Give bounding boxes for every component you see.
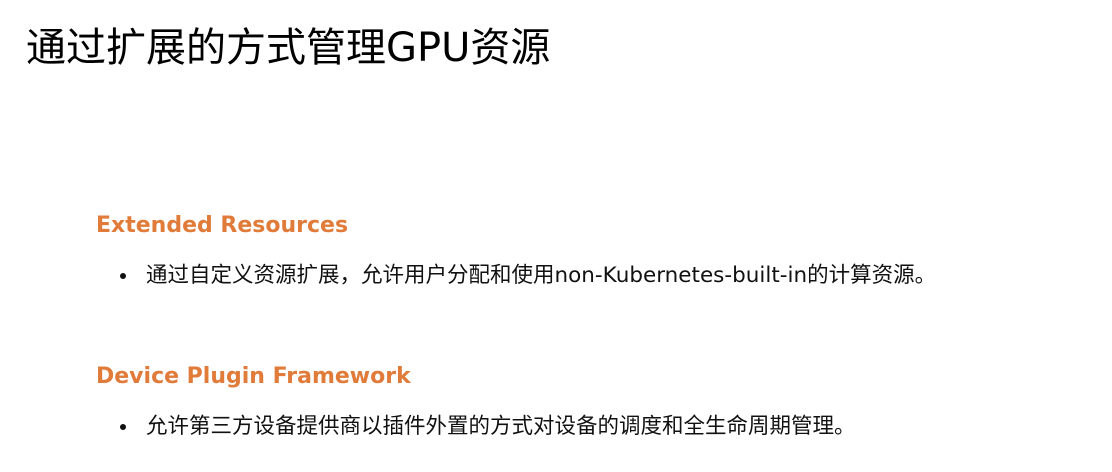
slide: 通过扩展的方式管理GPU资源 Extended Resources 通过自定义资… [0, 0, 1112, 472]
bullet-text: 通过自定义资源扩展，允许用户分配和使用non-Kubernetes-built-… [146, 263, 937, 288]
section-heading: Device Plugin Framework [96, 364, 411, 389]
bullet-dot-icon [120, 273, 126, 279]
page-title: 通过扩展的方式管理GPU资源 [26, 25, 551, 71]
bullet-item: 通过自定义资源扩展，允许用户分配和使用non-Kubernetes-built-… [96, 260, 936, 292]
bullet-dot-icon [120, 424, 126, 430]
section-heading: Extended Resources [96, 213, 349, 238]
bullet-text: 允许第三方设备提供商以插件外置的方式对设备的调度和全生命周期管理。 [146, 414, 856, 439]
section-device-plugin-framework: Device Plugin Framework 允许第三方设备提供商以插件外置的… [96, 359, 856, 443]
bullet-item: 允许第三方设备提供商以插件外置的方式对设备的调度和全生命周期管理。 [96, 411, 856, 443]
section-extended-resources: Extended Resources 通过自定义资源扩展，允许用户分配和使用no… [96, 208, 936, 292]
